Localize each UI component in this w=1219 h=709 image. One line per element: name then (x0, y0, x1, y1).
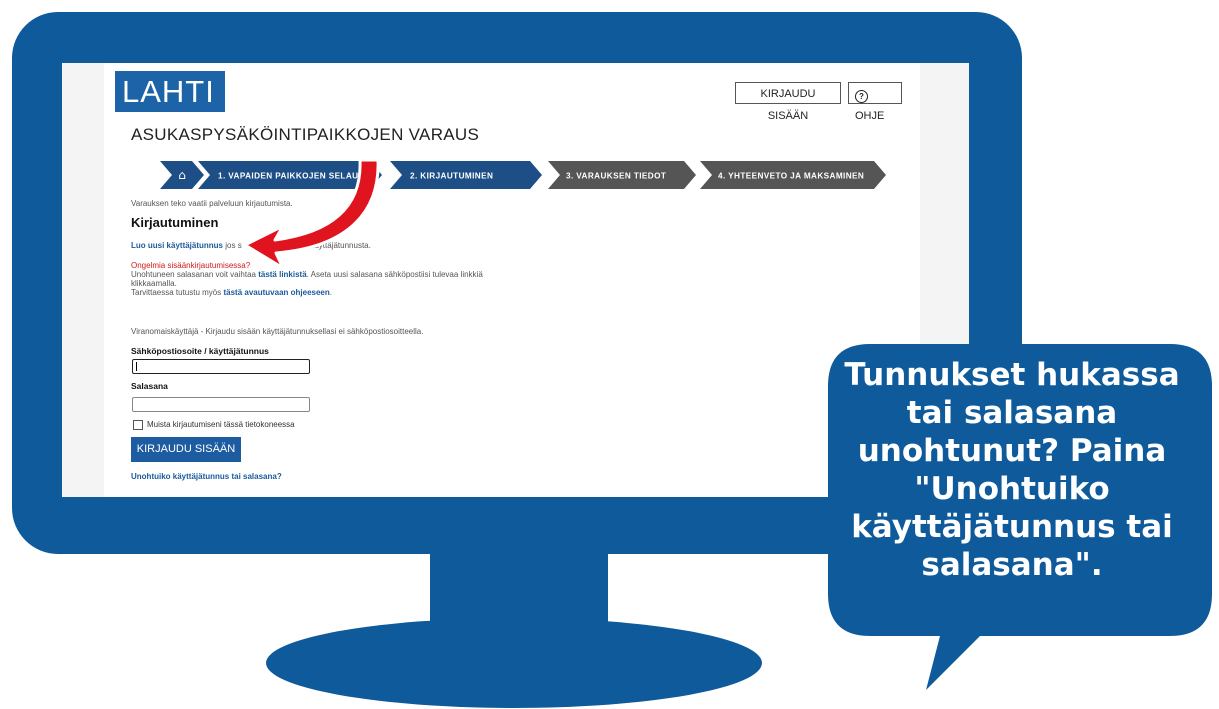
callout-line-3: unohtunut? Paina (857, 433, 1167, 469)
callout-line-4: "Unohtuiko (914, 471, 1110, 507)
callout-text: Tunnukset hukassa tai salasana unohtunut… (834, 356, 1190, 584)
callout-line-1: Tunnukset hukassa (844, 357, 1180, 393)
callout-line-2: tai salasana (906, 395, 1118, 431)
callout-line-5: käyttäjätunnus tai (851, 509, 1173, 545)
speech-bubble (828, 344, 1212, 690)
callout-line-6: salasana". (921, 547, 1103, 583)
